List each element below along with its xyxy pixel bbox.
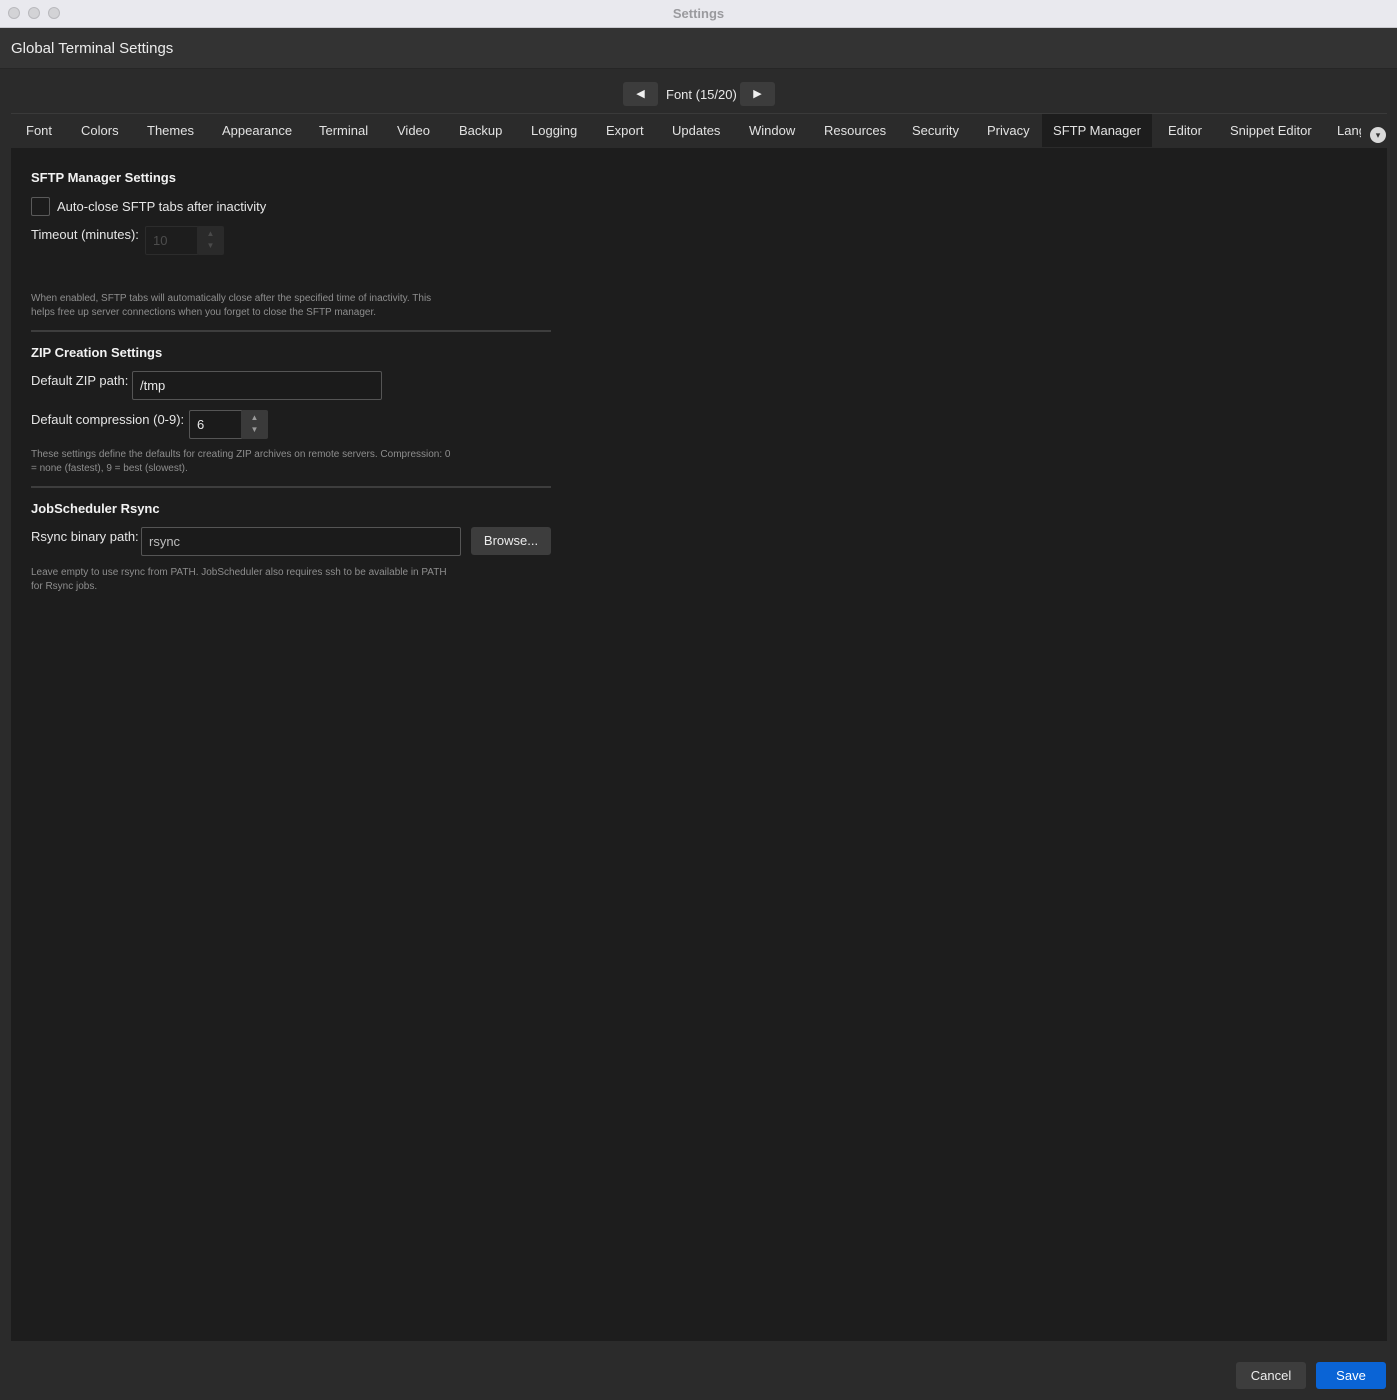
cancel-button[interactable]: Cancel (1236, 1362, 1306, 1389)
section-divider (31, 486, 551, 488)
timeout-input[interactable] (145, 226, 199, 255)
timeout-stepper[interactable]: ▲ ▼ (197, 226, 224, 255)
spin-down-icon[interactable]: ▼ (197, 240, 224, 252)
save-button[interactable]: Save (1316, 1362, 1386, 1389)
sftp-section-title: SFTP Manager Settings (31, 170, 176, 185)
tab-appearance[interactable]: Appearance (222, 114, 292, 147)
sftp-help-text: When enabled, SFTP tabs will automatical… (31, 293, 432, 318)
tab-logging[interactable]: Logging (531, 114, 577, 147)
tab-updates[interactable]: Updates (672, 114, 720, 147)
rsync-path-label: Rsync binary path: (31, 529, 139, 544)
browse-button[interactable]: Browse... (471, 527, 551, 555)
zip-help-text: These settings define the defaults for c… (31, 449, 451, 474)
page-title: Global Terminal Settings (11, 40, 174, 57)
previous-page-button[interactable]: ◀ (623, 82, 658, 106)
tab-window[interactable]: Window (749, 114, 795, 147)
rsync-help-text: Leave empty to use rsync from PATH. JobS… (31, 567, 447, 592)
page-indicator: Font (15/20) (666, 87, 737, 102)
tab-video[interactable]: Video (397, 114, 430, 147)
rsync-section-title: JobScheduler Rsync (31, 501, 160, 516)
tab-resources[interactable]: Resources (824, 114, 886, 147)
settings-tab-bar: Font Colors Themes Appearance Terminal V… (11, 113, 1387, 147)
settings-header: Global Terminal Settings (0, 28, 1397, 69)
auto-close-checkbox[interactable] (31, 197, 50, 216)
spin-up-icon[interactable]: ▲ (241, 412, 268, 424)
tab-language[interactable]: Lang (1337, 114, 1361, 147)
sftp-manager-panel: SFTP Manager Settings Auto-close SFTP ta… (11, 148, 1387, 1341)
tab-themes[interactable]: Themes (147, 114, 194, 147)
tab-terminal[interactable]: Terminal (319, 114, 368, 147)
spin-down-icon[interactable]: ▼ (241, 424, 268, 436)
tab-font[interactable]: Font (26, 114, 52, 147)
compression-stepper[interactable]: ▲ ▼ (241, 410, 268, 439)
tab-colors[interactable]: Colors (81, 114, 119, 147)
zip-path-input[interactable] (132, 371, 382, 400)
zip-path-label: Default ZIP path: (31, 373, 129, 388)
next-page-button[interactable]: ▶ (740, 82, 775, 106)
tab-backup[interactable]: Backup (459, 114, 502, 147)
tab-snippet-editor[interactable]: Snippet Editor (1230, 114, 1312, 147)
spin-up-icon[interactable]: ▲ (197, 228, 224, 240)
tab-overflow-menu-icon[interactable]: ▾ (1370, 127, 1386, 143)
zip-section-title: ZIP Creation Settings (31, 345, 163, 360)
section-divider (31, 330, 551, 332)
compression-label: Default compression (0-9): (31, 412, 185, 427)
timeout-label: Timeout (minutes): (31, 227, 139, 242)
tab-security[interactable]: Security (912, 114, 959, 147)
auto-close-label: Auto-close SFTP tabs after inactivity (57, 199, 267, 214)
settings-window: Global Terminal Settings ◀ Font (15/20) … (0, 28, 1397, 1400)
tab-editor[interactable]: Editor (1168, 114, 1202, 147)
compression-input[interactable] (189, 410, 243, 439)
tab-privacy[interactable]: Privacy (987, 114, 1030, 147)
window-titlebar: Settings (0, 0, 1397, 28)
tab-sftp-manager[interactable]: SFTP Manager (1042, 114, 1152, 147)
window-title: Settings (672, 6, 725, 21)
page-navigator: ◀ Font (15/20) ▶ (0, 82, 1397, 106)
tab-export[interactable]: Export (606, 114, 644, 147)
rsync-path-input[interactable] (141, 527, 461, 556)
